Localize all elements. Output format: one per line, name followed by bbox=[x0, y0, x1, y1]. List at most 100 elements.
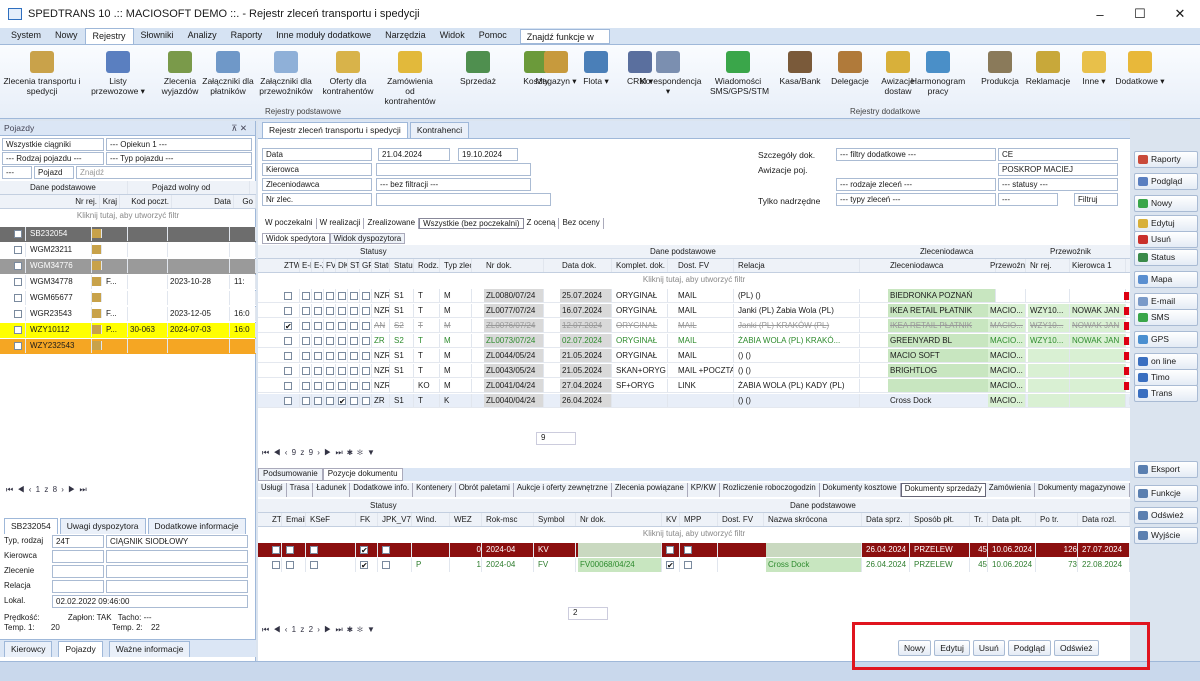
status-checkbox[interactable] bbox=[348, 334, 360, 347]
row-checkbox[interactable] bbox=[12, 227, 26, 241]
table-row[interactable]: ZRS1TK ZL0040/04/24 26.04.2024 () () Cross D… bbox=[258, 394, 1130, 408]
column-header[interactable]: Nr rej. bbox=[10, 195, 100, 208]
ribbon-button-21[interactable]: Dodatkowe ▾ bbox=[1112, 51, 1168, 86]
status-checkbox[interactable] bbox=[312, 334, 324, 347]
column-header[interactable]: Nr dok. bbox=[484, 259, 544, 272]
detail-tab-0[interactable]: SB232054 bbox=[4, 518, 58, 534]
dash-select[interactable]: --- bbox=[998, 193, 1058, 206]
sub-tab-10[interactable]: Dokumenty kosztowe bbox=[820, 483, 901, 497]
right-button-5[interactable]: Status bbox=[1134, 249, 1198, 266]
column-header[interactable]: Data sprz. bbox=[864, 513, 910, 526]
right-button-14[interactable]: Funkcje bbox=[1134, 485, 1198, 502]
menu-item-8[interactable]: Widok bbox=[433, 28, 472, 44]
driver-field-select[interactable]: Kierowca bbox=[262, 163, 372, 176]
menu-item-2[interactable]: Rejestry bbox=[84, 28, 134, 44]
status-checkbox[interactable] bbox=[360, 364, 372, 377]
status-tab-4[interactable]: Z oceną bbox=[524, 218, 560, 229]
table-row[interactable]: WGM65677 bbox=[0, 291, 256, 306]
column-header[interactable]: KSeF bbox=[308, 513, 356, 526]
sale-checkbox[interactable] bbox=[682, 558, 718, 572]
user-select[interactable]: POSKROP MACIEJ bbox=[998, 163, 1118, 176]
column-header[interactable]: FK bbox=[358, 513, 378, 526]
menu-search-input[interactable]: Znajdź funkcje w menu bbox=[519, 29, 610, 56]
date-field-select[interactable]: Data bbox=[262, 148, 372, 161]
status-checkbox[interactable] bbox=[324, 379, 336, 392]
ribbon-button-5[interactable]: Oferty dla kontrahentów bbox=[320, 51, 376, 96]
table-row[interactable]: NZR S1 T M ZL0080/07/24 25.07.2024 ORYGINAŁ MAI… bbox=[258, 289, 1130, 303]
filter-row[interactable]: Kliknij tutaj, aby utworzyć filtr bbox=[258, 273, 1130, 287]
ribbon-button-0[interactable]: Zlecenia transportu i spedycji bbox=[2, 51, 82, 96]
table-row[interactable]: WGM23211 bbox=[0, 243, 256, 258]
sale-checkbox[interactable] bbox=[284, 558, 306, 572]
view-tab-0[interactable]: Widok spedytora bbox=[262, 233, 330, 244]
status-checkbox[interactable] bbox=[300, 394, 312, 407]
status-tab-5[interactable]: Bez oceny bbox=[559, 218, 604, 229]
sale-checkbox[interactable] bbox=[682, 543, 718, 557]
status-checkbox[interactable] bbox=[348, 349, 360, 362]
vehicles-pager[interactable]: ⏮ ◀ ‹ 1 z 8 › ▶ ⏭ bbox=[6, 485, 88, 495]
column-header[interactable]: Kod poczt. bbox=[120, 195, 172, 208]
right-button-3[interactable]: Edytuj bbox=[1134, 215, 1198, 232]
status-checkbox[interactable] bbox=[324, 319, 336, 332]
status-checkbox[interactable] bbox=[336, 394, 348, 407]
status-checkbox[interactable] bbox=[300, 334, 312, 347]
sub-tab-12[interactable]: Zamówienia bbox=[986, 483, 1035, 497]
column-header[interactable]: Nazwa skrócona bbox=[766, 513, 862, 526]
document-tab-0[interactable]: Rejestr zleceń transportu i spedycji bbox=[262, 122, 408, 138]
status-checkbox[interactable] bbox=[300, 304, 312, 317]
status-checkbox[interactable] bbox=[348, 319, 360, 332]
column-header[interactable]: Status I bbox=[392, 259, 414, 272]
column-header[interactable]: ZTW bbox=[282, 259, 300, 272]
ce-select[interactable]: CE bbox=[998, 148, 1118, 161]
sub-tab-0[interactable]: Usługi bbox=[258, 483, 287, 497]
column-header[interactable]: Data dok. bbox=[560, 259, 612, 272]
filter-prefix-select[interactable]: --- bbox=[2, 166, 32, 179]
left-bottom-tab-1[interactable]: Pojazdy bbox=[58, 640, 103, 657]
column-header[interactable]: Go bbox=[234, 195, 256, 208]
column-header[interactable]: Status bbox=[372, 259, 390, 272]
status-checkbox[interactable] bbox=[360, 334, 372, 347]
sale-checkbox[interactable] bbox=[308, 558, 356, 572]
status-checkbox[interactable] bbox=[312, 364, 324, 377]
status-checkbox[interactable] bbox=[348, 289, 360, 302]
status-checkbox[interactable] bbox=[324, 334, 336, 347]
status-tab-3[interactable]: Wszystkie (bez poczekalni) bbox=[419, 218, 524, 229]
status-checkbox[interactable] bbox=[324, 304, 336, 317]
row-checkbox[interactable] bbox=[12, 259, 26, 273]
status-checkbox[interactable] bbox=[336, 304, 348, 317]
right-button-7[interactable]: E-mail bbox=[1134, 293, 1198, 310]
column-header[interactable]: Data bbox=[172, 195, 234, 208]
order-number-input[interactable] bbox=[376, 193, 551, 206]
column-header[interactable]: ZTV bbox=[270, 513, 282, 526]
right-button-11[interactable]: Timo bbox=[1134, 369, 1198, 386]
column-header[interactable]: Relacja bbox=[736, 259, 860, 272]
status-checkbox[interactable] bbox=[336, 379, 348, 392]
sub-tab-5[interactable]: Obrót paletami bbox=[456, 483, 514, 497]
menu-item-4[interactable]: Analizy bbox=[181, 28, 224, 44]
status-checkbox[interactable] bbox=[300, 319, 312, 332]
menu-item-1[interactable]: Nowy bbox=[48, 28, 85, 44]
maximize-button[interactable]: ☐ bbox=[1120, 0, 1160, 28]
client-field-select[interactable]: Zleceniodawca bbox=[262, 178, 372, 191]
table-row[interactable]: WGM34778 F... 2023-10-28 11: bbox=[0, 275, 256, 290]
column-header[interactable]: Email bbox=[284, 513, 306, 526]
status-checkbox[interactable] bbox=[282, 334, 300, 347]
vehicle-kind2-select[interactable]: --- Typ pojazdu --- bbox=[106, 152, 252, 165]
table-row[interactable]: NZR S1 T M ZL0077/07/24 16.07.2024 ORYGINAŁ MAI… bbox=[258, 304, 1130, 318]
date-to-input[interactable]: 19.10.2024 bbox=[458, 148, 518, 161]
column-header[interactable]: Po tr. bbox=[1038, 513, 1078, 526]
column-header[interactable]: STn bbox=[348, 259, 360, 272]
column-header[interactable]: FV bbox=[324, 259, 336, 272]
ribbon-button-14[interactable]: Kasa/Bank bbox=[772, 51, 828, 86]
column-header[interactable]: Kraj bbox=[100, 195, 120, 208]
status-checkbox[interactable] bbox=[336, 334, 348, 347]
order-types-select[interactable]: --- typy zleceń --- bbox=[836, 193, 996, 206]
minimize-button[interactable]: – bbox=[1080, 0, 1120, 28]
sales-pager[interactable]: ⏮ ◀ ‹ 1 z 2 › ▶ ⏭ ✱ ✻ ▼ bbox=[262, 625, 376, 635]
menu-item-0[interactable]: System bbox=[4, 28, 48, 44]
filter-row[interactable]: Kliknij tutaj, aby utworzyć filtr bbox=[258, 527, 1130, 541]
right-button-16[interactable]: Wyjście bbox=[1134, 527, 1198, 544]
status-checkbox[interactable] bbox=[360, 289, 372, 302]
sub-tab-1[interactable]: Trasa bbox=[287, 483, 314, 497]
menu-item-6[interactable]: Inne moduły dodatkowe bbox=[269, 28, 378, 44]
